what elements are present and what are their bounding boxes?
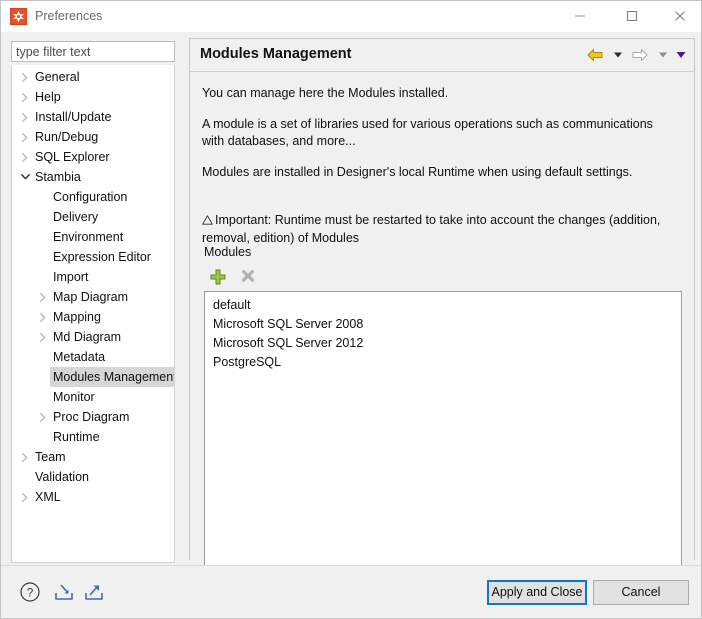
sidebar-item-validation[interactable]: Validation [12,467,174,487]
list-item[interactable]: default [205,296,681,315]
page-navigation [584,43,688,67]
intro-paragraph: You can manage here the Modules installe… [202,86,449,100]
chevron-right-icon[interactable] [18,87,32,107]
sidebar-item-import[interactable]: Import [12,267,174,287]
sidebar-item-label: General [35,70,80,84]
sidebar-item-expression-editor[interactable]: Expression Editor [12,247,174,267]
page-content: You can manage here the Modules installe… [190,72,694,570]
chevron-right-icon[interactable] [18,67,32,87]
important-note-text: Important: Runtime must be restarted to … [202,213,661,245]
help-question-icon[interactable]: ? [15,578,45,606]
sidebar-item-label: Validation [35,470,89,484]
sidebar-item-map-diagram[interactable]: Map Diagram [12,287,174,307]
chevron-right-icon[interactable] [36,287,50,307]
sidebar-item-label: Mapping [53,310,101,324]
chevron-right-icon[interactable] [36,407,50,427]
sidebar-item-environment[interactable]: Environment [12,227,174,247]
sidebar-item-metadata[interactable]: Metadata [12,347,174,367]
chevron-right-icon[interactable] [36,327,50,347]
sidebar-item-label: Expression Editor [53,250,151,264]
forward-arrow-icon[interactable] [629,43,651,67]
chevron-right-icon[interactable] [18,487,32,507]
sidebar-item-xml[interactable]: XML [12,487,174,507]
list-item[interactable]: Microsoft SQL Server 2008 [205,315,681,334]
apply-and-close-button[interactable]: Apply and Close [487,580,587,605]
title-bar: Preferences [1,1,701,32]
dialog-footer: ? Apply and Close Cancel [1,565,701,618]
sidebar-item-label: Run/Debug [35,130,99,144]
sidebar-item-team[interactable]: Team [12,447,174,467]
remove-cross-icon [235,265,261,289]
cancel-button[interactable]: Cancel [593,580,689,605]
sidebar-item-md-diagram[interactable]: Md Diagram [12,327,174,347]
sidebar-item-label: SQL Explorer [35,150,110,164]
important-note-paragraph: Important: Runtime must be restarted to … [202,212,672,247]
sidebar-item-stambia[interactable]: Stambia [12,167,174,187]
filter-input[interactable] [11,41,175,62]
page-menu-chevron-down-icon[interactable] [674,43,688,67]
close-icon[interactable] [657,1,701,31]
sidebar-item-delivery[interactable]: Delivery [12,207,174,227]
sidebar-item-label: Map Diagram [53,290,129,304]
sidebar-item-mapping[interactable]: Mapping [12,307,174,327]
window-title: Preferences [35,9,103,23]
sidebar-item-monitor[interactable]: Monitor [12,387,174,407]
sidebar-item-label: XML [35,490,61,504]
add-plus-icon[interactable] [205,265,231,289]
sidebar-item-label: Runtime [53,430,100,444]
sidebar-item-general[interactable]: General [12,67,174,87]
sidebar-item-label: Monitor [53,390,95,404]
back-history-chevron-down-icon[interactable] [611,43,625,67]
sidebar-item-sql-explorer[interactable]: SQL Explorer [12,147,174,167]
sidebar-item-proc-diagram[interactable]: Proc Diagram [12,407,174,427]
maximize-icon[interactable] [609,1,655,31]
sidebar-item-label: Proc Diagram [53,410,130,424]
chevron-right-icon[interactable] [18,107,32,127]
preferences-tree[interactable]: General Help Install/Update Run/Debug SQL Ex… [11,65,175,563]
list-item[interactable]: PostgreSQL [205,353,681,372]
dialog-body: General Help Install/Update Run/Debug SQL Ex… [1,32,701,570]
warning-triangle-icon [202,213,213,230]
sidebar-item-label: Import [53,270,89,284]
module-description-paragraph: A module is a set of libraries used for … [202,117,653,148]
sidebar-item-label: Md Diagram [53,330,122,344]
sidebar-item-configuration[interactable]: Configuration [12,187,174,207]
forward-history-chevron-down-icon[interactable] [656,43,670,67]
list-item[interactable]: Microsoft SQL Server 2012 [205,334,681,353]
sidebar-item-label: Team [35,450,66,464]
sidebar-item-label: Configuration [53,190,128,204]
sidebar-item-help[interactable]: Help [12,87,174,107]
svg-text:?: ? [27,586,34,600]
stambia-logo-icon [10,8,27,25]
preference-page: Modules Management You can manage here t… [189,38,695,570]
chevron-right-icon[interactable] [18,447,32,467]
sidebar-item-modules-management[interactable]: Modules Management [12,367,174,387]
export-preferences-icon[interactable] [79,578,109,606]
page-title: Modules Management [200,46,352,62]
chevron-right-icon[interactable] [18,127,32,147]
import-preferences-icon[interactable] [49,578,79,606]
preferences-dialog: Preferences General Help Install/Update Run… [0,0,702,619]
modules-list[interactable]: default Microsoft SQL Server 2008 Microsof… [204,291,682,570]
sidebar-item-label: Install/Update [35,110,112,124]
sidebar-item-run-debug[interactable]: Run/Debug [12,127,174,147]
back-arrow-icon[interactable] [584,43,606,67]
chevron-right-icon[interactable] [36,307,50,327]
install-location-paragraph: Modules are installed in Designer's loca… [202,165,633,179]
modules-group-label: Modules [204,245,252,259]
sidebar-item-install-update[interactable]: Install/Update [12,107,174,127]
modules-toolbar [205,265,261,289]
sidebar-item-label: Stambia [35,170,81,184]
chevron-down-icon[interactable] [18,167,32,187]
minimize-icon[interactable] [557,1,603,31]
page-header: Modules Management [190,39,694,72]
sidebar-item-label: Help [35,90,61,104]
sidebar-item-label: Modules Management [50,367,174,387]
sidebar-item-runtime[interactable]: Runtime [12,427,174,447]
sidebar-item-label: Metadata [53,350,106,364]
chevron-right-icon[interactable] [18,147,32,167]
sidebar-item-label: Environment [53,230,124,244]
sidebar-item-label: Delivery [53,210,99,224]
